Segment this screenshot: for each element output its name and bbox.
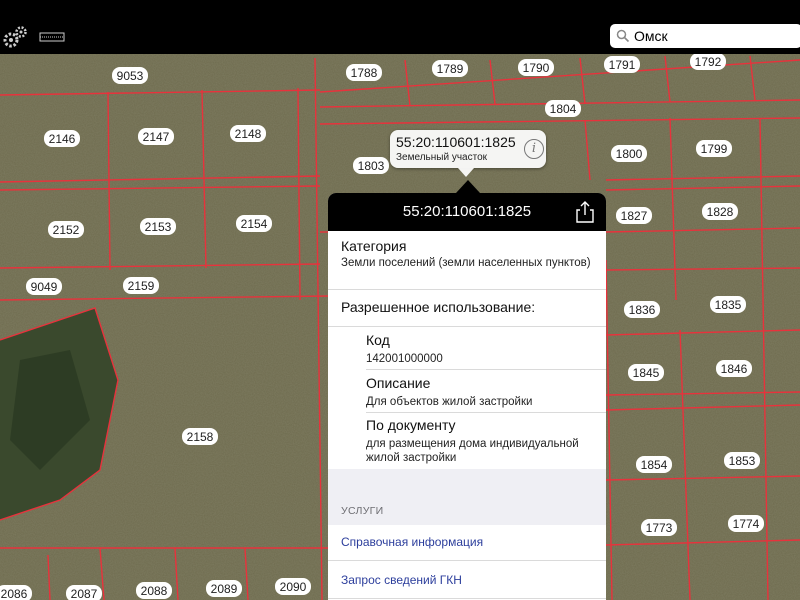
top-bar (0, 0, 800, 54)
layers-toggle-icon[interactable] (38, 30, 66, 44)
services-header: УСЛУГИ (341, 505, 384, 517)
parcel-number-label[interactable]: 9053 (117, 69, 144, 83)
reference-info-link[interactable]: Справочная информация (341, 535, 483, 549)
parcel-callout[interactable]: 55:20:110601:1825 Земельный участок i (390, 130, 546, 177)
parcel-number-label[interactable]: 1804 (550, 102, 577, 116)
parcel-number-label[interactable]: 1827 (621, 209, 648, 223)
parcel-number-label[interactable]: 1789 (437, 62, 464, 76)
divider (328, 598, 606, 599)
parcel-number-label[interactable]: 1853 (729, 454, 756, 468)
parcel-number-label[interactable]: 1788 (351, 66, 378, 80)
services-section-header: УСЛУГИ (328, 469, 606, 525)
popover-title: 55:20:110601:1825 (402, 203, 532, 220)
parcel-number-label[interactable]: 1774 (733, 517, 760, 531)
parcel-number-label[interactable]: 2089 (211, 582, 238, 596)
permitted-use-label: Разрешенное использование: (341, 299, 536, 315)
code-label: Код (366, 332, 390, 348)
by-document-label: По документу (366, 417, 456, 433)
parcel-number-label[interactable]: 2090 (280, 580, 307, 594)
popover-arrow (456, 180, 480, 193)
parcel-number-label[interactable]: 2159 (128, 279, 155, 293)
parcel-number-label[interactable]: 2152 (53, 223, 80, 237)
divider (328, 326, 606, 327)
parcel-details-popover: 55:20:110601:1825 Категория Земли поселе… (328, 193, 606, 600)
search-input[interactable] (634, 26, 794, 46)
parcel-number-label[interactable]: 1790 (523, 61, 550, 75)
callout-cadastral-number: 55:20:110601:1825 (396, 134, 516, 150)
divider (366, 412, 606, 413)
parcel-number-label[interactable]: 1800 (616, 147, 643, 161)
settings-gear-icon[interactable] (2, 24, 28, 50)
divider (328, 560, 606, 561)
parcel-number-label[interactable]: 1773 (646, 521, 673, 535)
parcel-number-label[interactable]: 1835 (715, 298, 742, 312)
parcel-number-label[interactable]: 1828 (707, 205, 734, 219)
search-field[interactable] (610, 24, 800, 48)
code-value: 142001000000 (366, 353, 443, 365)
parcel-number-label[interactable]: 1854 (641, 458, 668, 472)
parcel-number-label[interactable]: 2148 (235, 127, 262, 141)
description-value: Для объектов жилой застройки (366, 396, 533, 408)
info-icon[interactable]: i (524, 139, 544, 159)
parcel-number-label[interactable]: 1791 (609, 58, 636, 72)
parcel-number-label[interactable]: 2146 (49, 132, 76, 146)
parcel-number-label[interactable]: 2087 (71, 587, 98, 600)
category-value: Земли поселений (земли населенных пункто… (341, 257, 591, 269)
parcel-number-label[interactable]: 2153 (145, 220, 172, 234)
divider (366, 369, 606, 370)
popover-header: 55:20:110601:1825 (328, 193, 606, 231)
category-label: Категория (341, 238, 407, 254)
parcel-number-label[interactable]: 1799 (701, 142, 728, 156)
callout-subtitle: Земельный участок (396, 152, 488, 163)
share-icon[interactable] (576, 201, 594, 223)
parcel-number-label[interactable]: 2158 (187, 430, 214, 444)
divider (328, 289, 606, 290)
search-icon (616, 29, 630, 43)
description-label: Описание (366, 375, 431, 391)
parcel-number-label[interactable]: 2154 (241, 217, 268, 231)
parcel-number-label[interactable]: 1803 (358, 159, 385, 173)
parcel-number-label[interactable]: 2086 (1, 587, 28, 600)
parcel-number-label[interactable]: 9049 (31, 280, 58, 294)
gkn-request-link[interactable]: Запрос сведений ГКН (341, 573, 462, 587)
parcel-number-label[interactable]: 1836 (629, 303, 656, 317)
by-document-value: для размещения дома индивидуальной жилой… (366, 438, 579, 464)
parcel-number-label[interactable]: 2147 (143, 130, 170, 144)
callout-pointer (458, 168, 474, 177)
parcel-number-label[interactable]: 1846 (721, 362, 748, 376)
parcel-number-label[interactable]: 2088 (141, 584, 168, 598)
parcel-number-label[interactable]: 1845 (633, 366, 660, 380)
parcel-number-label[interactable]: 1792 (695, 55, 722, 69)
